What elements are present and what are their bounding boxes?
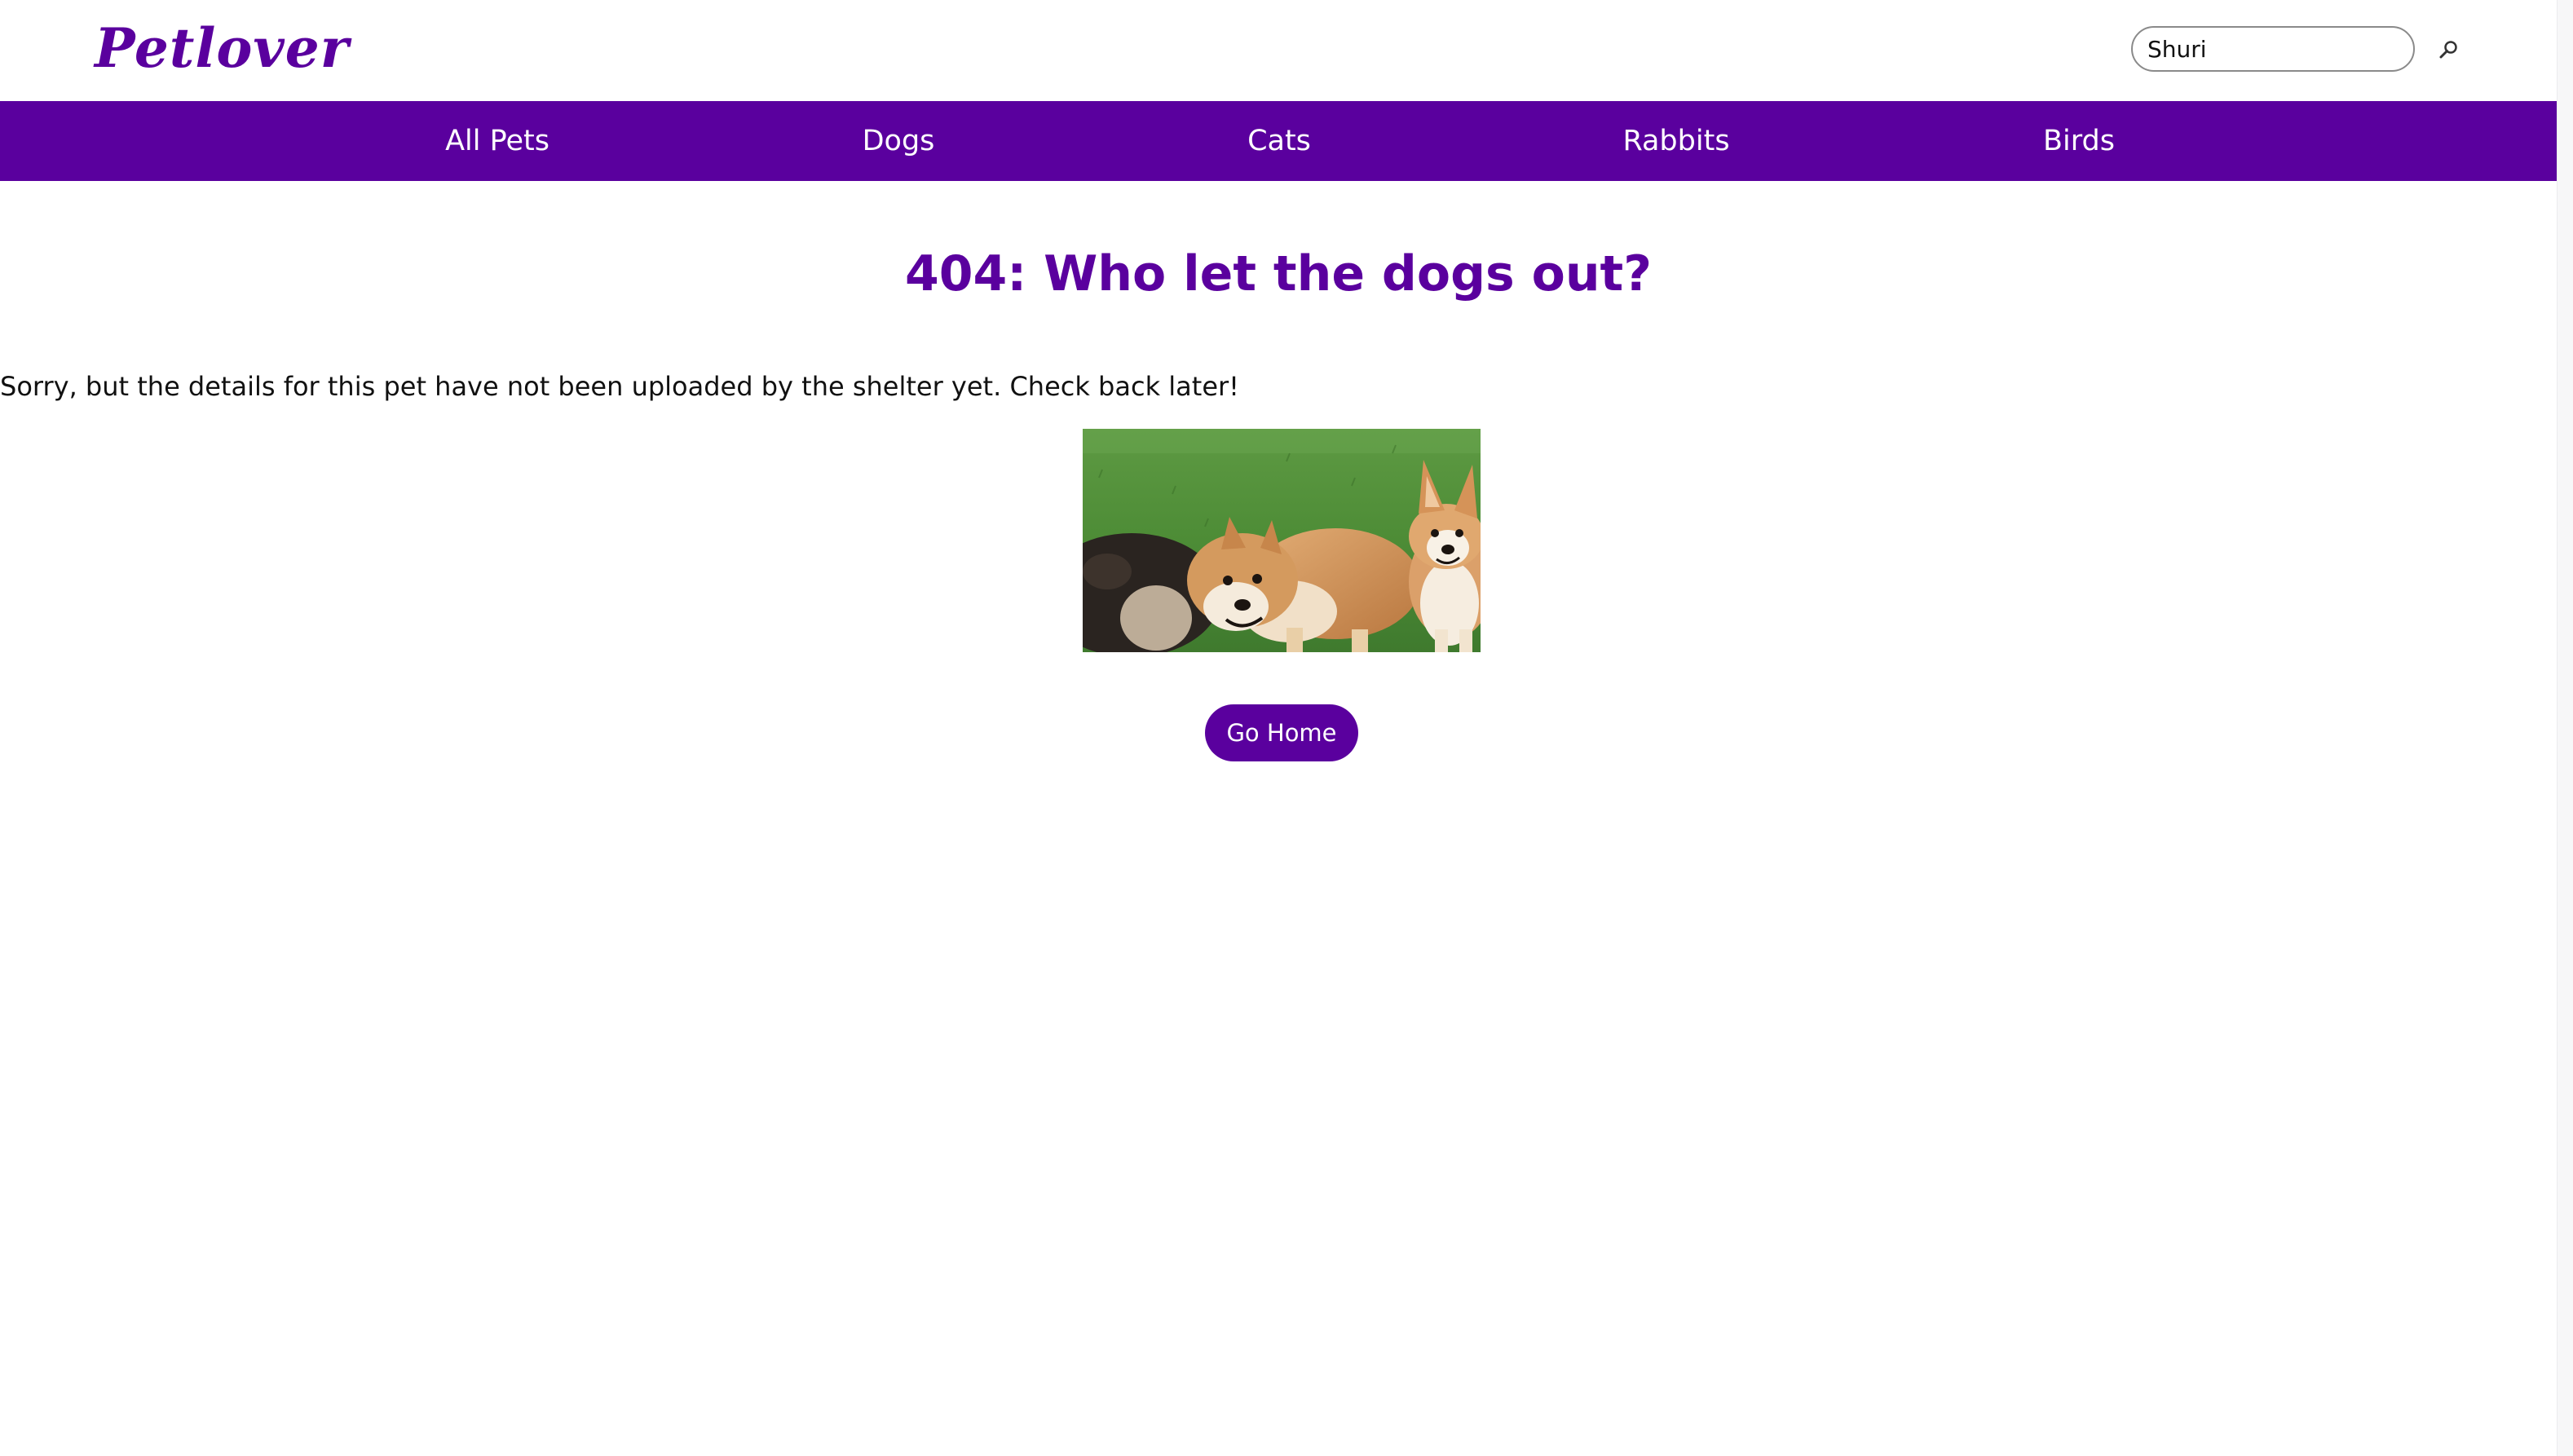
nav-item-dogs[interactable]: Dogs — [863, 101, 935, 181]
page-title: 404: Who let the dogs out? — [904, 245, 1653, 302]
page: Petlover All Pets Dogs Cats Rabbits Bird… — [0, 0, 2557, 1456]
go-home-button[interactable]: Go Home — [1205, 704, 1358, 761]
search-button[interactable] — [2434, 36, 2462, 64]
search-input[interactable] — [2147, 33, 2399, 65]
site-header: Petlover — [0, 0, 2557, 101]
magnifier-icon — [2439, 41, 2457, 59]
site-logo[interactable]: Petlover — [95, 11, 350, 85]
dogs-illustration — [1083, 429, 1481, 652]
nav-item-all-pets[interactable]: All Pets — [445, 101, 549, 181]
running-dogs-image — [1083, 429, 1481, 652]
search-box[interactable] — [2131, 26, 2415, 72]
nav-item-birds[interactable]: Birds — [2043, 101, 2115, 181]
scrollbar-track[interactable] — [2557, 0, 2573, 1456]
nav-item-cats[interactable]: Cats — [1247, 101, 1311, 181]
nav-item-rabbits[interactable]: Rabbits — [1622, 101, 1729, 181]
error-message: Sorry, but the details for this pet have… — [0, 371, 1239, 402]
category-nav: All Pets Dogs Cats Rabbits Birds — [0, 101, 2557, 181]
